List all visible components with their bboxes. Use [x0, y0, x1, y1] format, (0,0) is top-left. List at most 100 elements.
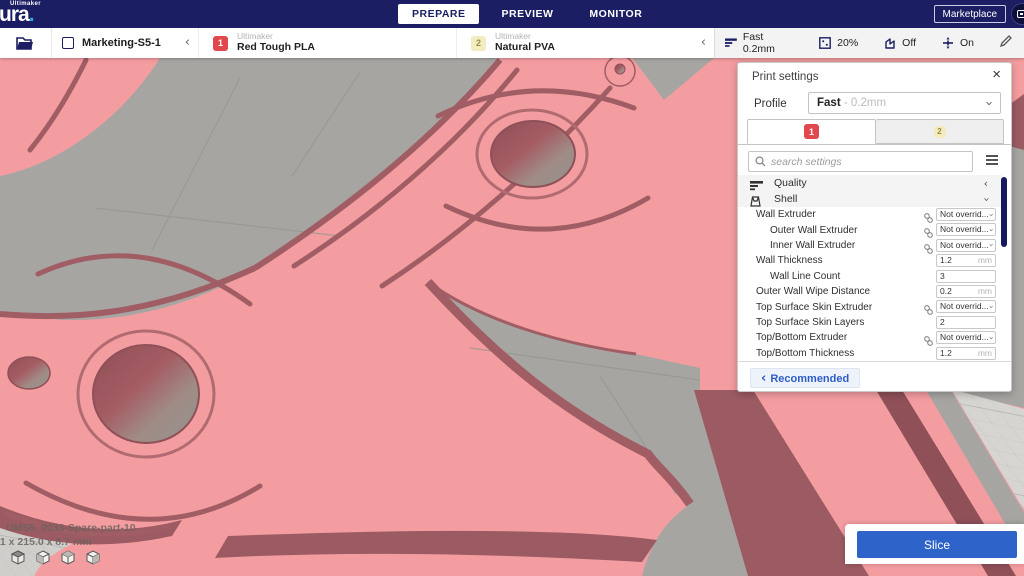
- printer-name: Marketing-S5-1: [82, 37, 161, 49]
- settings-category-shell[interactable]: Shell ‹: [738, 191, 1002, 207]
- setting-row-wall-extruder: Wall Extruder Not overrid...‹: [738, 207, 1002, 222]
- tab-prepare[interactable]: PREPARE: [398, 4, 479, 24]
- extruder-1-selector[interactable]: 1 Ultimaker Red Tough PLA: [198, 28, 456, 58]
- profile-summary[interactable]: Fast 0.2mm: [725, 31, 793, 55]
- tab-preview[interactable]: PREVIEW: [487, 4, 567, 24]
- tab-monitor[interactable]: MONITOR: [575, 4, 656, 24]
- setting-row-outer-wall-extruder: Outer Wall Extruder Not overrid...‹: [738, 222, 1002, 237]
- chevron-down-icon: ‹: [987, 305, 995, 308]
- profile-icon: [725, 38, 737, 48]
- setting-label: Wall Extruder: [756, 209, 816, 220]
- profile-label: Profile: [754, 98, 787, 110]
- setting-label: Top/Bottom Thickness: [756, 348, 854, 359]
- setting-value-input[interactable]: 2: [936, 316, 996, 329]
- setting-label: Top Surface Skin Layers: [756, 317, 864, 328]
- open-file-icon: [16, 36, 35, 51]
- recommended-mode-button[interactable]: ‹Recommended: [750, 368, 860, 388]
- chevron-icon: ‹: [984, 178, 988, 189]
- printer-status-icon: [62, 37, 74, 49]
- infill-icon: [819, 37, 831, 49]
- extruder-2-tab-badge: 2: [934, 126, 946, 138]
- print-settings-summary[interactable]: Fast 0.2mm 20% Off On: [714, 28, 1024, 58]
- chevron-down-icon: ‹: [983, 101, 996, 106]
- setting-row-inner-wall-extruder: Inner Wall Extruder Not overrid...‹: [738, 238, 1002, 253]
- model-tab-hole: [605, 58, 635, 86]
- extruder-1-tab[interactable]: 1: [747, 119, 876, 144]
- account-avatar[interactable]: [1011, 3, 1024, 25]
- support-summary[interactable]: Off: [884, 37, 916, 49]
- slice-button[interactable]: Slice: [857, 531, 1017, 558]
- search-settings-input[interactable]: search settings: [748, 151, 973, 172]
- setting-label: Top/Bottom Extruder: [756, 332, 847, 343]
- chevron-left-icon: ‹: [701, 36, 706, 49]
- open-file-button[interactable]: [0, 28, 52, 58]
- search-icon: [755, 156, 766, 167]
- printer-selector[interactable]: Marketing-S5-1 ‹: [52, 28, 198, 58]
- view-top-icon[interactable]: [60, 550, 76, 565]
- extruder-1-material: Red Tough PLA: [237, 41, 315, 54]
- setting-row-top-bottom-extruder: Top/Bottom Extruder Not overrid...‹: [738, 330, 1002, 345]
- edit-icon: [1000, 35, 1012, 47]
- model-boss-top-right: [477, 110, 587, 198]
- setting-row-top-surface-skin-layers: Top Surface Skin Layers 2: [738, 315, 1002, 330]
- setting-dropdown[interactable]: Not overrid...‹: [936, 300, 996, 313]
- extruder-2-selector[interactable]: 2 Ultimaker Natural PVA ‹: [456, 28, 714, 58]
- setting-label: Outer Wall Wipe Distance: [756, 286, 870, 297]
- setting-label: Wall Thickness: [756, 255, 823, 266]
- setting-value-input[interactable]: 1.2mm: [936, 254, 996, 267]
- marketplace-button[interactable]: Marketplace: [934, 5, 1006, 23]
- filter-icon[interactable]: [986, 155, 998, 166]
- extruder-1-brand: Ultimaker: [237, 32, 315, 41]
- chevron-down-icon: ‹: [987, 244, 995, 247]
- setting-row-outer-wall-wipe-distance: Outer Wall Wipe Distance 0.2mm: [738, 284, 1002, 299]
- view-side-icon[interactable]: [85, 550, 101, 565]
- extruder-2-brand: Ultimaker: [495, 32, 555, 41]
- setting-row-top-bottom-thickness: Top/Bottom Thickness 1.2mm: [738, 346, 1002, 361]
- unit-label: mm: [978, 255, 992, 267]
- extruder-1-badge: 1: [213, 36, 228, 51]
- action-panel: Slice: [845, 524, 1024, 564]
- model-small-hole: [8, 357, 50, 389]
- setting-label: Outer Wall Extruder: [770, 225, 857, 236]
- setting-row-wall-thickness: Wall Thickness 1.2mm: [738, 253, 1002, 268]
- chevron-down-icon: ‹: [987, 336, 995, 339]
- chevron-icon: ‹: [980, 197, 991, 201]
- configuration-toolbar: Marketing-S5-1 ‹ 1 Ultimaker Red Tough P…: [0, 28, 1024, 58]
- adhesion-summary[interactable]: On: [942, 37, 974, 49]
- print-settings-panel: Print settings × Profile Fast - 0.2mm ‹ …: [737, 62, 1012, 392]
- unit-label: mm: [978, 286, 992, 298]
- setting-dropdown[interactable]: Not overrid...‹: [936, 223, 996, 236]
- setting-row-wall-line-count: Wall Line Count 3: [738, 269, 1002, 284]
- setting-value-input[interactable]: 0.2mm: [936, 285, 996, 298]
- settings-scrollbar[interactable]: [1001, 177, 1007, 247]
- setting-dropdown[interactable]: Not overrid...‹: [936, 331, 996, 344]
- model-boss-bottom-left: [78, 331, 214, 457]
- setting-value-input[interactable]: 3: [936, 270, 996, 283]
- chevron-down-icon: ‹: [987, 228, 995, 231]
- setting-value-input[interactable]: 1.2mm: [936, 347, 996, 360]
- extruder-2-badge: 2: [471, 36, 486, 51]
- category-label: Quality: [774, 177, 807, 189]
- close-icon[interactable]: ×: [992, 66, 1001, 83]
- setting-row-top-surface-skin-extruder: Top Surface Skin Extruder Not overrid...…: [738, 299, 1002, 314]
- extruder-2-tab[interactable]: 2: [876, 119, 1004, 144]
- chevron-left-icon: ‹: [185, 36, 190, 49]
- setting-label: Wall Line Count: [770, 271, 840, 282]
- support-icon: [884, 37, 896, 49]
- stage-tabs: PREPARE PREVIEW MONITOR: [398, 0, 656, 28]
- profile-dropdown[interactable]: Fast - 0.2mm ‹: [808, 92, 1001, 114]
- edit-settings-button[interactable]: [1000, 34, 1012, 52]
- search-placeholder: search settings: [771, 156, 842, 168]
- extruder-2-material: Natural PVA: [495, 41, 555, 54]
- view-front-icon[interactable]: [35, 550, 51, 565]
- extruder-tabs: 1 2: [747, 119, 1004, 144]
- panel-title: Print settings: [752, 71, 818, 83]
- setting-dropdown[interactable]: Not overrid...‹: [936, 208, 996, 221]
- setting-label: Top Surface Skin Extruder: [756, 302, 872, 313]
- infill-summary[interactable]: 20%: [819, 37, 858, 49]
- view-3d-icon[interactable]: [10, 550, 26, 565]
- setting-dropdown[interactable]: Not overrid...‹: [936, 239, 996, 252]
- settings-category-quality[interactable]: Quality ‹: [738, 175, 1002, 191]
- panel-footer: ‹Recommended: [738, 361, 1011, 391]
- app-header: Ultimaker ura. PREPARE PREVIEW MONITOR M…: [0, 0, 1024, 28]
